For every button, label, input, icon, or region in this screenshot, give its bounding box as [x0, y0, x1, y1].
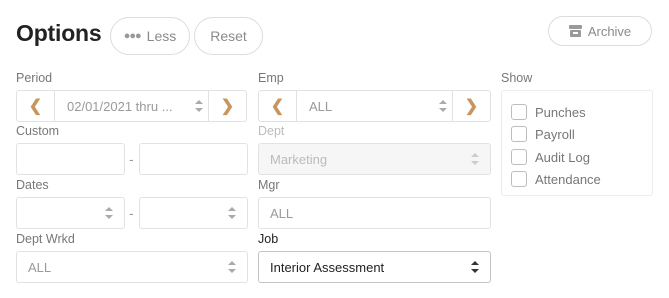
emp-navigator: ❮ ALL ❯	[258, 90, 491, 122]
show-option-punches[interactable]: Punches	[511, 103, 586, 121]
chevron-right-icon: ❯	[464, 98, 479, 115]
emp-next-button[interactable]: ❯	[452, 91, 490, 121]
dept-label: Dept	[258, 124, 285, 138]
dept-wrkd-select[interactable]: ALL	[16, 251, 248, 283]
punches-checkbox[interactable]	[511, 104, 527, 120]
show-options-panel: Punches Payroll Audit Log Attendance	[501, 90, 653, 196]
page-title: Options	[16, 20, 102, 46]
dates-range-separator: -	[129, 205, 134, 221]
custom-label: Custom	[16, 124, 60, 138]
dept-wrkd-value: ALL	[28, 259, 52, 275]
show-label: Show	[501, 71, 533, 85]
sort-arrows-icon	[439, 100, 447, 112]
custom-end-input[interactable]	[139, 143, 248, 175]
emp-value: ALL	[309, 98, 333, 114]
archive-label: Archive	[587, 23, 632, 39]
chevron-left-icon: ❮	[270, 98, 285, 115]
archive-button[interactable]: Archive	[548, 16, 652, 46]
period-prev-button[interactable]: ❮	[17, 91, 55, 121]
dates-start-select[interactable]	[16, 197, 125, 229]
period-value: 02/01/2021 thru ...	[67, 98, 173, 114]
attendance-checkbox[interactable]	[511, 171, 527, 187]
sort-arrows-icon	[471, 153, 479, 165]
dept-select[interactable]: Marketing	[258, 143, 491, 175]
period-navigator: ❮ 02/01/2021 thru ... ❯	[16, 90, 247, 122]
sort-arrows-icon	[471, 261, 479, 273]
custom-range-separator: -	[129, 151, 134, 167]
dept-value: Marketing	[270, 151, 328, 167]
reset-button[interactable]: Reset	[194, 17, 263, 55]
period-select[interactable]: 02/01/2021 thru ...	[55, 91, 208, 121]
dept-wrkd-label: Dept Wrkd	[16, 232, 75, 246]
mgr-value: ALL	[270, 205, 294, 221]
custom-start-input[interactable]	[16, 143, 125, 175]
audit-log-checkbox[interactable]	[511, 149, 527, 165]
dates-label: Dates	[16, 178, 49, 192]
show-option-audit-log[interactable]: Audit Log	[511, 148, 590, 166]
less-button[interactable]: ●●● Less	[110, 17, 190, 55]
sort-arrows-icon	[228, 207, 236, 219]
sort-arrows-icon	[195, 100, 203, 112]
emp-label: Emp	[258, 71, 284, 85]
sort-arrows-icon	[228, 261, 236, 273]
archive-icon	[568, 25, 582, 37]
job-value: Interior Assessment	[270, 259, 385, 275]
job-select[interactable]: Interior Assessment	[258, 251, 491, 283]
period-label: Period	[16, 71, 53, 85]
show-option-attendance[interactable]: Attendance	[511, 170, 601, 188]
emp-select[interactable]: ALL	[297, 91, 452, 121]
sort-arrows-icon	[105, 207, 113, 219]
more-dots-icon: ●●●	[123, 30, 142, 42]
mgr-label: Mgr	[258, 178, 280, 192]
period-next-button[interactable]: ❯	[208, 91, 246, 121]
mgr-select[interactable]: ALL	[258, 197, 491, 229]
job-label: Job	[258, 232, 279, 246]
chevron-right-icon: ❯	[220, 98, 235, 115]
emp-prev-button[interactable]: ❮	[259, 91, 297, 121]
dates-end-select[interactable]	[139, 197, 248, 229]
show-option-payroll[interactable]: Payroll	[511, 125, 575, 143]
chevron-left-icon: ❮	[28, 98, 43, 115]
payroll-checkbox[interactable]	[511, 126, 527, 142]
less-label: Less	[146, 28, 177, 44]
